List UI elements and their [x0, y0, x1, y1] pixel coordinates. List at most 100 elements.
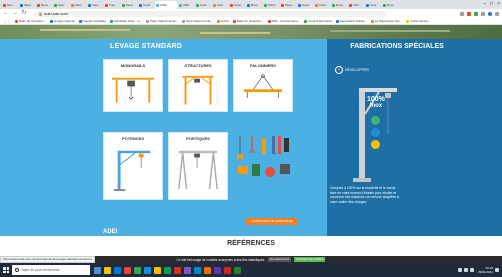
browser-tab[interactable]: Mess: [280, 1, 296, 9]
star-icon[interactable]: [460, 11, 464, 16]
bookmark-item[interactable]: Google Agenda: [49, 19, 75, 23]
browser-tab-active[interactable]: ADEI: [155, 1, 177, 9]
catalogue-button[interactable]: CONSULTEZ LE CATALOGUE: [246, 218, 298, 225]
taskbar-app-icon[interactable]: [164, 266, 171, 274]
taskbar-app-icon[interactable]: [194, 266, 201, 274]
browser-tab[interactable]: Tabl: [348, 1, 364, 9]
browser-tab[interactable]: Gestr: [297, 1, 313, 9]
bookmark-item[interactable]: https://www.emula...: [181, 19, 213, 23]
bookmark-item[interactable]: PDF - Format Docu...: [267, 19, 300, 23]
url-input[interactable]: 🔒 adei-sas.com: [34, 10, 386, 17]
browser-tab[interactable]: Guid: [195, 1, 211, 9]
tab-label: Trac: [109, 3, 115, 7]
browser-tab[interactable]: Rece: [331, 1, 347, 9]
browser-tab[interactable]: Vous: [87, 1, 103, 9]
browser-tab[interactable]: Ateu: [212, 1, 228, 9]
bookmark-item[interactable]: Boîte de réception...: [232, 19, 264, 23]
close-icon[interactable]: ×: [497, 1, 500, 7]
hero-banner-image: [0, 25, 502, 39]
profile-icon[interactable]: [488, 11, 492, 16]
status-url: https://www.adei-sas.com/fr/materiel-de-…: [0, 256, 96, 263]
tab-favicon-icon: [349, 3, 352, 7]
browser-tab[interactable]: Atout: [314, 1, 330, 9]
tab-favicon-icon: [281, 3, 284, 7]
tab-favicon-icon: [3, 3, 6, 7]
bookmark-label: https://www.emula...: [185, 19, 213, 23]
forward-icon[interactable]: →: [12, 9, 18, 18]
browser-tab[interactable]: Gest: [365, 1, 381, 9]
card-potences[interactable]: POTENCES: [103, 132, 163, 200]
back-icon[interactable]: ←: [3, 9, 9, 18]
browser-tab[interactable]: Trac: [104, 1, 120, 9]
bookmark-label: Google Agenda: [53, 19, 75, 23]
cookie-accept-button[interactable]: Accepter les cookies: [293, 257, 326, 262]
bookmark-item[interactable]: Boîte de réception...: [15, 19, 46, 23]
taskbar-app-icon[interactable]: [174, 266, 181, 274]
tab-favicon-icon: [20, 3, 23, 7]
bookmark-item[interactable]: Autres favoris: [406, 19, 428, 23]
browser-tab[interactable]: Rece: [382, 1, 398, 9]
taskbar-app-icon[interactable]: [154, 266, 161, 274]
card-palonniers[interactable]: PALONNIERS: [233, 59, 293, 112]
menu-icon[interactable]: [495, 11, 499, 16]
taskbar-app-icon[interactable]: [214, 266, 221, 274]
bookmark-item[interactable]: ecCtrt: [216, 19, 229, 23]
taskbar-app-icon[interactable]: [184, 266, 191, 274]
bookmark-item[interactable]: La Plaquinière des...: [370, 19, 402, 23]
start-button[interactable]: [0, 263, 12, 277]
cookie-more-button[interactable]: En savoir plus: [268, 257, 291, 262]
bookmark-item[interactable]: Actualités Gare - Li...: [109, 19, 142, 23]
browser-tab[interactable]: Rece: [246, 1, 262, 9]
bookmark-item[interactable]: Google Actualités: [78, 19, 106, 23]
browser-tab[interactable]: Rece: [36, 1, 52, 9]
bookmark-favicon-icon: [406, 19, 410, 23]
taskbar-app-icon[interactable]: [124, 266, 131, 274]
browser-tab[interactable]: Guan: [138, 1, 154, 9]
levage-standard-section: LEVAGE STANDARD MONORAILS STRUCTURES PAL…: [0, 39, 327, 249]
notification-icon[interactable]: [495, 268, 499, 272]
tab-label: ADEI: [160, 3, 168, 7]
card-monorails[interactable]: MONORAILS: [103, 59, 163, 112]
card-structures[interactable]: STRUCTURES: [168, 59, 228, 112]
taskbar-app-icon[interactable]: [94, 266, 101, 274]
taskbar-app-icon[interactable]: [144, 266, 151, 274]
taskbar-app-icon[interactable]: [104, 266, 111, 274]
taskbar-app-icon[interactable]: [204, 266, 211, 274]
taskbar-app-icon[interactable]: [114, 266, 121, 274]
apps-icon[interactable]: ⋮⋮: [3, 19, 11, 24]
taskbar-app-icon[interactable]: [134, 266, 141, 274]
extension-icon[interactable]: [467, 11, 471, 16]
taskbar-apps: [94, 266, 241, 274]
card-title: PORTIQUES: [186, 136, 210, 141]
develop-button[interactable]: ‹ DÉVELOPPER: [335, 66, 369, 74]
extension-icon[interactable]: [481, 11, 485, 16]
bookmark-favicon-icon: [145, 19, 149, 23]
browser-tab[interactable]: Marc: [70, 1, 86, 9]
browser-tab[interactable]: Mess: [121, 1, 137, 9]
volume-icon[interactable]: [469, 268, 474, 272]
browser-tab[interactable]: Planc: [263, 1, 279, 9]
browser-tab[interactable]: Mess: [19, 1, 35, 9]
extension-icon[interactable]: [474, 11, 478, 16]
taskbar-app-icon[interactable]: [234, 266, 241, 274]
bookmark-item[interactable]: Association Arthés...: [335, 19, 367, 23]
taskbar-search-input[interactable]: Taper ici pour rechercher: [12, 265, 90, 275]
card-portiques[interactable]: PORTIQUES: [168, 132, 228, 200]
browser-tab[interactable]: Ateu: [53, 1, 69, 9]
reload-icon[interactable]: ↻: [21, 9, 27, 18]
browser-tab[interactable]: Guan: [229, 1, 245, 9]
bookmark-item[interactable]: Page d'administrati...: [145, 19, 178, 23]
maximize-icon[interactable]: □: [490, 1, 493, 7]
browser-tab[interactable]: Rec: [2, 1, 18, 9]
taskbar-app-icon[interactable]: [224, 266, 231, 274]
chevron-up-icon[interactable]: [457, 268, 462, 272]
tab-favicon-icon: [213, 3, 216, 7]
network-icon[interactable]: [463, 268, 468, 272]
clock[interactable]: 16:18 29/01/2021: [478, 266, 493, 274]
minimize-icon[interactable]: –: [483, 1, 486, 7]
browser-tab[interactable]: ADE: [178, 1, 194, 9]
bookmark-item[interactable]: Conseil Municipal: [304, 19, 332, 23]
tab-favicon-icon: [264, 3, 267, 7]
address-bar: ← → ↻ 🔒 adei-sas.com: [0, 9, 502, 18]
tab-favicon-icon: [383, 3, 386, 7]
